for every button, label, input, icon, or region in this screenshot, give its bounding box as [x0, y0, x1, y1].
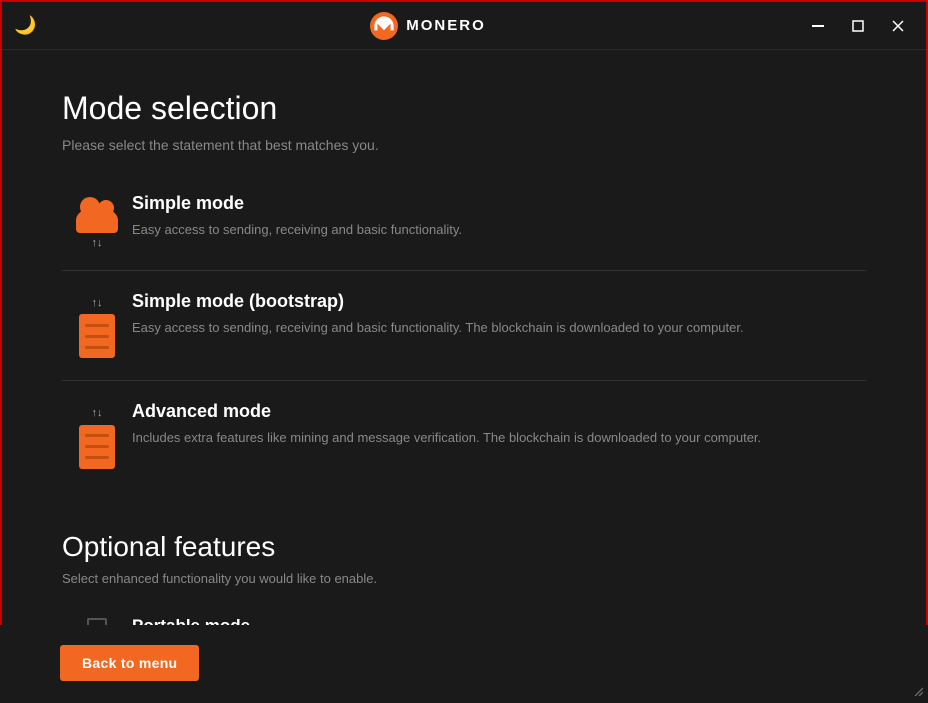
simple-mode-desc: Easy access to sending, receiving and ba…	[132, 220, 866, 240]
back-to-menu-button[interactable]: Back to menu	[60, 645, 199, 681]
simple-mode-item[interactable]: ↑↓ Simple mode Easy access to sending, r…	[62, 183, 866, 271]
resize-handle-icon[interactable]	[910, 683, 924, 697]
server-bootstrap-icon	[79, 314, 115, 358]
page-subtitle: Please select the statement that best ma…	[62, 137, 866, 153]
bottom-bar: Back to menu	[0, 625, 928, 701]
advanced-mode-info: Advanced mode Includes extra features li…	[132, 401, 866, 448]
optional-features-subtitle: Select enhanced functionality you would …	[62, 571, 866, 586]
minimize-button[interactable]	[802, 12, 834, 40]
optional-features-title: Optional features	[62, 531, 866, 563]
advanced-mode-item[interactable]: ↑↓ Advanced mode Includes extra features…	[62, 381, 866, 490]
mode-list: ↑↓ Simple mode Easy access to sending, r…	[62, 183, 866, 491]
bootstrap-mode-item[interactable]: ↑↓ Simple mode (bootstrap) Easy access t…	[62, 271, 866, 381]
content-area: Mode selection Please select the stateme…	[2, 50, 926, 703]
simple-mode-title: Simple mode	[132, 193, 866, 214]
bootstrap-mode-title: Simple mode (bootstrap)	[132, 291, 866, 312]
moon-icon: 🌙	[14, 15, 36, 36]
advanced-mode-title: Advanced mode	[132, 401, 866, 422]
title-bar-controls	[802, 12, 914, 40]
main-content: Mode selection Please select the stateme…	[2, 50, 926, 703]
bootstrap-mode-icon-wrapper: ↑↓	[62, 291, 132, 360]
advanced-mode-icon-wrapper: ↑↓	[62, 401, 132, 470]
monero-logo-icon	[370, 12, 398, 40]
title-bar: 🌙 MONERO	[2, 2, 926, 50]
advanced-mode-desc: Includes extra features like mining and …	[132, 428, 866, 448]
transfer-arrows-bootstrap-icon: ↑↓	[92, 297, 103, 310]
title-bar-left: 🌙	[14, 15, 54, 36]
transfer-arrows-icon: ↑↓	[92, 237, 103, 250]
bootstrap-mode-info: Simple mode (bootstrap) Easy access to s…	[132, 291, 866, 338]
simple-mode-info: Simple mode Easy access to sending, rece…	[132, 193, 866, 240]
bootstrap-mode-desc: Easy access to sending, receiving and ba…	[132, 318, 866, 338]
page-title: Mode selection	[62, 90, 866, 127]
app-title: MONERO	[406, 17, 486, 34]
simple-mode-icon-wrapper: ↑↓	[62, 193, 132, 250]
maximize-button[interactable]	[842, 12, 874, 40]
server-advanced-icon	[79, 425, 115, 469]
title-bar-center: MONERO	[370, 12, 486, 40]
transfer-arrows-advanced-icon: ↑↓	[92, 407, 103, 420]
close-button[interactable]	[882, 12, 914, 40]
cloud-icon	[73, 197, 121, 233]
